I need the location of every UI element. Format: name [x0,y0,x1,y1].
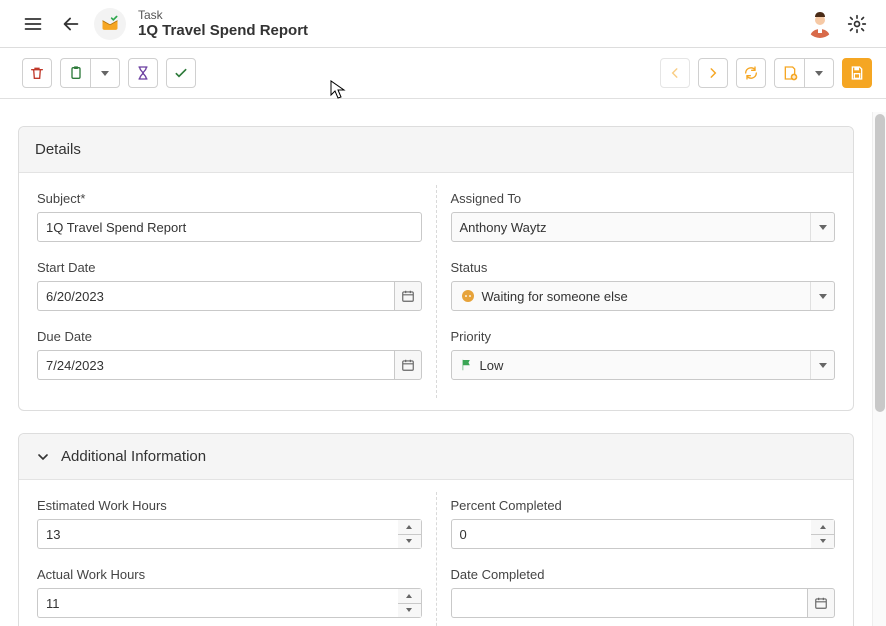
save-button[interactable] [842,58,872,88]
additional-panel-header[interactable]: Additional Information [19,434,853,480]
envelope-check-icon [100,14,120,34]
spinner-down-button[interactable] [398,603,421,618]
caret-down-icon [819,363,827,368]
triangle-up-icon [406,525,412,529]
details-panel: Details Subject* Start Date [18,126,854,411]
details-panel-title: Details [35,141,81,158]
triangle-up-icon [820,525,826,529]
est-hours-spinner[interactable] [398,519,422,549]
triangle-down-icon [406,608,412,612]
trash-icon [29,65,45,81]
calendar-icon [814,596,828,610]
est-hours-input[interactable] [37,519,398,549]
hamburger-icon [23,14,43,34]
page-title: 1Q Travel Spend Report [138,22,308,40]
flag-icon [460,358,474,372]
actual-hours-spinner[interactable] [398,588,422,618]
delete-button[interactable] [22,58,52,88]
clipboard-button[interactable] [60,58,90,88]
spinner-down-button[interactable] [398,534,421,549]
avatar-icon [806,10,834,38]
date-completed-input[interactable] [451,588,808,618]
caret-down-icon [101,71,109,76]
mark-complete-button[interactable] [166,58,196,88]
breadcrumb: Task [138,8,308,22]
task-type-icon [94,8,126,40]
settings-button[interactable] [842,9,872,39]
due-date-input[interactable] [37,350,394,380]
user-avatar[interactable] [806,10,834,38]
next-record-button[interactable] [698,58,728,88]
date-completed-picker-button[interactable] [807,588,835,618]
refresh-icon [743,65,759,81]
est-hours-label: Estimated Work Hours [37,498,422,513]
spinner-up-button[interactable] [398,520,421,534]
status-label: Status [451,260,836,275]
clipboard-split-button[interactable] [60,58,120,88]
caret-down-icon [819,294,827,299]
save-as-split-button[interactable] [774,58,834,88]
save-new-button[interactable] [774,58,804,88]
actual-hours-input[interactable] [37,588,398,618]
hamburger-button[interactable] [18,9,48,39]
priority-dropdown[interactable]: Low [451,350,836,380]
subject-label: Subject* [37,191,422,206]
check-icon [173,65,189,81]
triangle-down-icon [406,539,412,543]
assigned-to-value: Anthony Waytz [460,220,547,235]
scrollbar-thumb[interactable] [875,114,885,412]
spinner-up-button[interactable] [398,589,421,603]
priority-value: Low [480,358,504,373]
back-button[interactable] [56,9,86,39]
assigned-to-label: Assigned To [451,191,836,206]
vertical-scrollbar[interactable] [872,112,886,626]
hourglass-icon [135,65,151,81]
start-date-picker-button[interactable] [394,281,422,311]
hourglass-button[interactable] [128,58,158,88]
refresh-button[interactable] [736,58,766,88]
start-date-input[interactable] [37,281,394,311]
percent-complete-spinner[interactable] [811,519,835,549]
calendar-icon [401,289,415,303]
percent-complete-label: Percent Completed [451,498,836,513]
percent-complete-input[interactable] [451,519,812,549]
due-date-label: Due Date [37,329,422,344]
arrow-left-icon [60,13,82,35]
chevron-down-icon [35,449,51,465]
chevron-right-icon [706,66,720,80]
spinner-up-button[interactable] [811,520,834,534]
gear-icon [847,14,867,34]
triangle-up-icon [406,594,412,598]
clipboard-icon [68,65,84,81]
status-dropdown[interactable]: Waiting for someone else [451,281,836,311]
additional-info-panel: Additional Information Estimated Work Ho… [18,433,854,626]
details-panel-header: Details [19,127,853,173]
start-date-label: Start Date [37,260,422,275]
chevron-left-icon [668,66,682,80]
caret-down-icon [819,225,827,230]
caret-down-icon [815,71,823,76]
spinner-down-button[interactable] [811,534,834,549]
header-title-block: Task 1Q Travel Spend Report [138,8,308,40]
date-completed-label: Date Completed [451,567,836,582]
due-date-picker-button[interactable] [394,350,422,380]
clipboard-dropdown-button[interactable] [90,58,120,88]
save-new-dropdown-button[interactable] [804,58,834,88]
calendar-icon [401,358,415,372]
additional-panel-title: Additional Information [61,448,206,465]
priority-label: Priority [451,329,836,344]
waiting-status-icon [460,288,476,304]
save-icon [849,65,865,81]
triangle-down-icon [820,539,826,543]
save-plus-icon [782,65,798,81]
status-value: Waiting for someone else [482,289,628,304]
assigned-to-dropdown[interactable]: Anthony Waytz [451,212,836,242]
actual-hours-label: Actual Work Hours [37,567,422,582]
subject-input[interactable] [37,212,422,242]
prev-record-button[interactable] [660,58,690,88]
